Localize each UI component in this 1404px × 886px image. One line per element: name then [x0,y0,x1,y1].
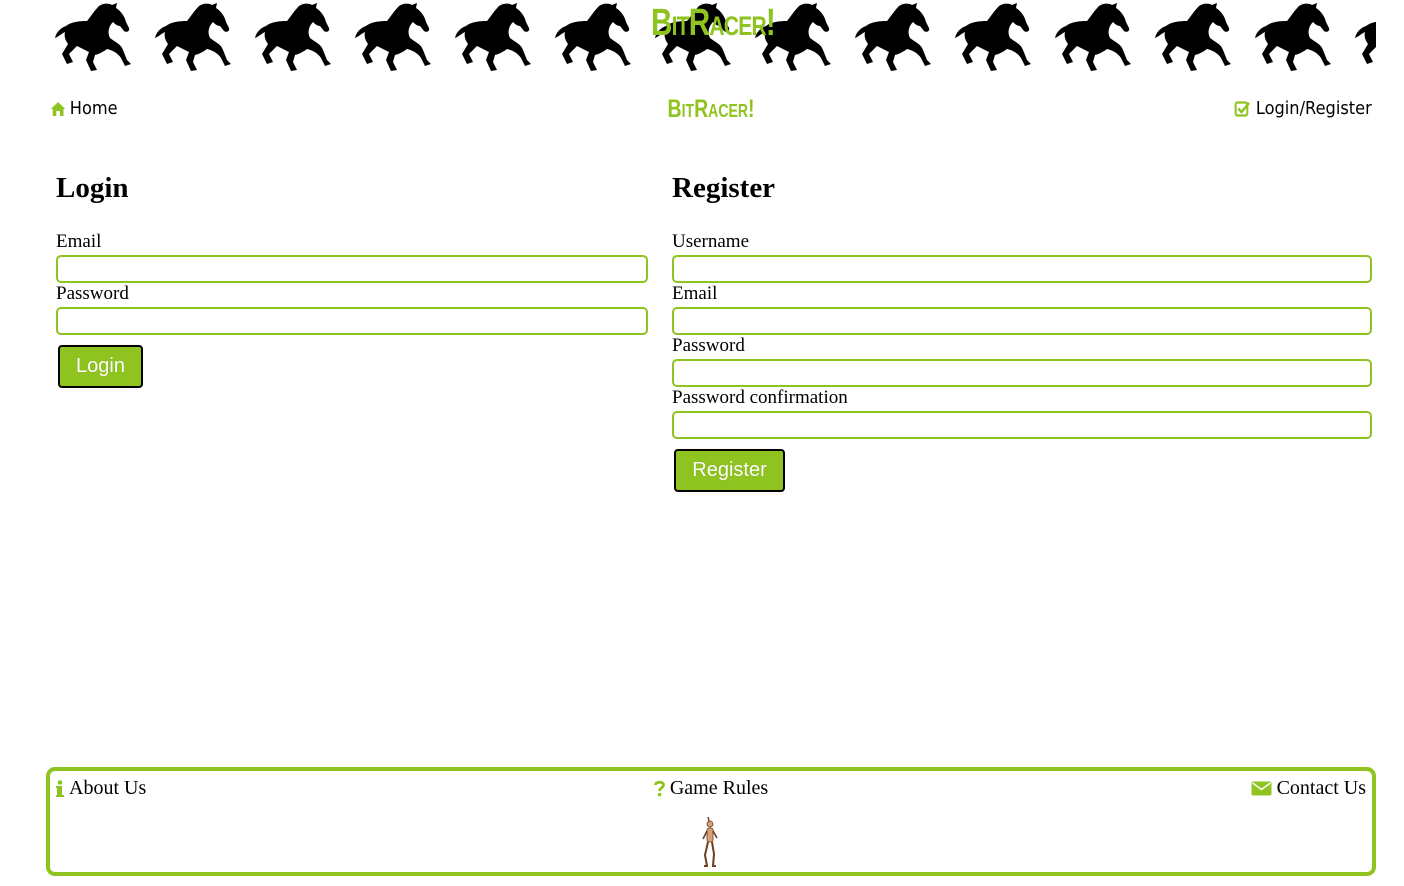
nav-login-register-link[interactable]: Login/Register [1234,98,1372,119]
home-icon [50,101,66,117]
register-username-group: Username [672,231,1372,283]
register-email-group: Email [672,283,1372,335]
banner-title: BitRacer! [650,2,776,44]
login-email-input[interactable] [56,255,648,283]
galloping-horse-icon [1350,2,1376,74]
footer-rules-label: Game Rules [669,777,769,799]
login-password-group: Password [56,283,648,335]
login-heading: Login [56,172,129,204]
register-password-group: Password [672,335,1372,387]
login-email-group: Email [56,231,648,283]
envelope-icon [1251,781,1272,796]
register-email-label: Email [672,283,718,304]
nav-login-register-label: Login/Register [1256,98,1372,119]
question-icon [653,780,665,797]
register-username-input[interactable] [672,255,1372,283]
nav-home-label: Home [69,98,118,119]
footer-contact-label: Contact Us [1276,777,1366,799]
login-button[interactable]: Login [58,345,143,388]
login-password-label: Password [56,283,129,304]
nav-home-link[interactable]: Home [50,98,118,119]
register-confirm-input[interactable] [672,411,1372,439]
dancing-figure-icon [700,816,720,869]
login-password-input[interactable] [56,307,648,335]
register-password-input[interactable] [672,359,1372,387]
nav-bar: Home BitRacer! Login/Register [50,95,1372,126]
register-confirm-label: Password confirmation [672,387,848,408]
galloping-horse-icon [50,2,150,74]
register-heading: Register [672,172,776,204]
nav-brand[interactable]: BitRacer! [195,95,1226,124]
register-button[interactable]: Register [674,449,785,492]
register-form: Register Username Email Password Passwor… [672,168,1372,492]
footer: About Us Game Rules Contact Us [46,767,1376,876]
register-confirm-group: Password confirmation [672,387,1372,439]
register-email-input[interactable] [672,307,1372,335]
galloping-horse-icon [1250,2,1350,74]
register-password-label: Password [672,335,745,356]
login-email-label: Email [56,231,102,252]
check-square-icon [1234,100,1251,117]
login-form: Login Email Password Login [56,168,648,388]
header-banner: BitRacer! [50,0,1376,76]
footer-rules-link[interactable]: Game Rules [50,777,1372,800]
register-username-label: Username [672,231,750,252]
footer-contact-link[interactable]: Contact Us [1251,777,1366,800]
